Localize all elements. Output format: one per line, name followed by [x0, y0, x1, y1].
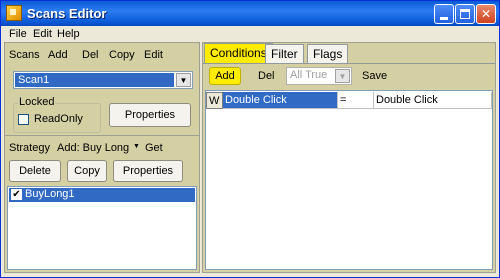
tab-filter[interactable]: Filter [265, 44, 304, 63]
menu-file[interactable]: File [9, 28, 27, 40]
menu-help[interactable]: Help [57, 28, 80, 40]
title-bar[interactable]: Scans Editor ✕ [1, 1, 499, 26]
scans-editor-window: Scans Editor ✕ File Edit Help Scans Add … [0, 0, 500, 278]
left-pane: Scans Add Del Copy Edit Scan1 ▼ Locked R… [4, 42, 200, 273]
scans-del-button[interactable]: Del [82, 49, 99, 61]
row-marker[interactable]: W [206, 92, 223, 109]
scans-copy-button[interactable]: Copy [109, 49, 135, 61]
scan-select[interactable]: Scan1 ▼ [13, 71, 193, 89]
strategy-label: Strategy [9, 142, 50, 154]
scan-properties-button[interactable]: Properties [109, 103, 191, 127]
chevron-down-icon[interactable]: ▼ [176, 73, 191, 87]
menu-bar: File Edit Help [1, 26, 499, 42]
dropdown-arrow-icon[interactable]: ▼ [133, 143, 140, 150]
condition-operator[interactable]: = [338, 92, 374, 109]
chevron-down-icon: ▼ [335, 69, 350, 83]
conditions-grid: W Double Click = Double Click [205, 90, 493, 270]
strategy-properties-button[interactable]: Properties [113, 160, 183, 182]
window-title: Scans Editor [27, 6, 107, 21]
condition-value[interactable]: Double Click [374, 92, 492, 109]
list-item[interactable]: ✔ BuyLong1 [9, 188, 195, 202]
locked-label: Locked [18, 96, 56, 108]
app-icon [6, 5, 22, 21]
close-icon: ✕ [480, 7, 492, 21]
condition-filter-value: All True [290, 69, 328, 81]
tab-conditions[interactable]: Conditions [204, 43, 273, 63]
scans-label: Scans [9, 49, 40, 61]
scans-edit-button[interactable]: Edit [144, 49, 163, 61]
strategy-copy-button[interactable]: Copy [67, 160, 107, 182]
condition-del-button[interactable]: Del [258, 70, 275, 82]
condition-add-button[interactable]: Add [209, 67, 241, 85]
locked-group: Locked ReadOnly [13, 96, 101, 133]
tab-flags[interactable]: Flags [307, 44, 349, 63]
maximize-icon [460, 9, 470, 19]
readonly-checkbox[interactable] [18, 114, 29, 125]
menu-edit[interactable]: Edit [33, 28, 52, 40]
strategy-get-button[interactable]: Get [145, 142, 163, 154]
strategy-list[interactable]: ✔ BuyLong1 [7, 186, 197, 270]
minimize-button[interactable] [434, 4, 454, 24]
check-icon: ✔ [12, 189, 21, 200]
close-button[interactable]: ✕ [476, 4, 496, 24]
condition-field[interactable]: Double Click [223, 92, 338, 109]
readonly-label: ReadOnly [34, 113, 83, 125]
scan-select-value: Scan1 [15, 73, 174, 87]
table-row[interactable]: W Double Click = Double Click [206, 92, 492, 109]
strategy-add-dropdown[interactable]: Add: Buy Long [57, 142, 129, 154]
minimize-icon [440, 17, 448, 20]
scans-add-button[interactable]: Add [48, 49, 68, 61]
condition-filter-select: All True ▼ [286, 67, 352, 85]
item-label: BuyLong1 [25, 188, 75, 200]
strategy-delete-button[interactable]: Delete [9, 160, 61, 182]
condition-save-button[interactable]: Save [362, 70, 387, 82]
right-pane: Conditions Filter Flags Add Del All True… [202, 42, 496, 273]
item-checkbox[interactable]: ✔ [11, 189, 22, 200]
tab-underline [203, 63, 495, 64]
maximize-button[interactable] [455, 4, 475, 24]
divider [5, 135, 199, 136]
